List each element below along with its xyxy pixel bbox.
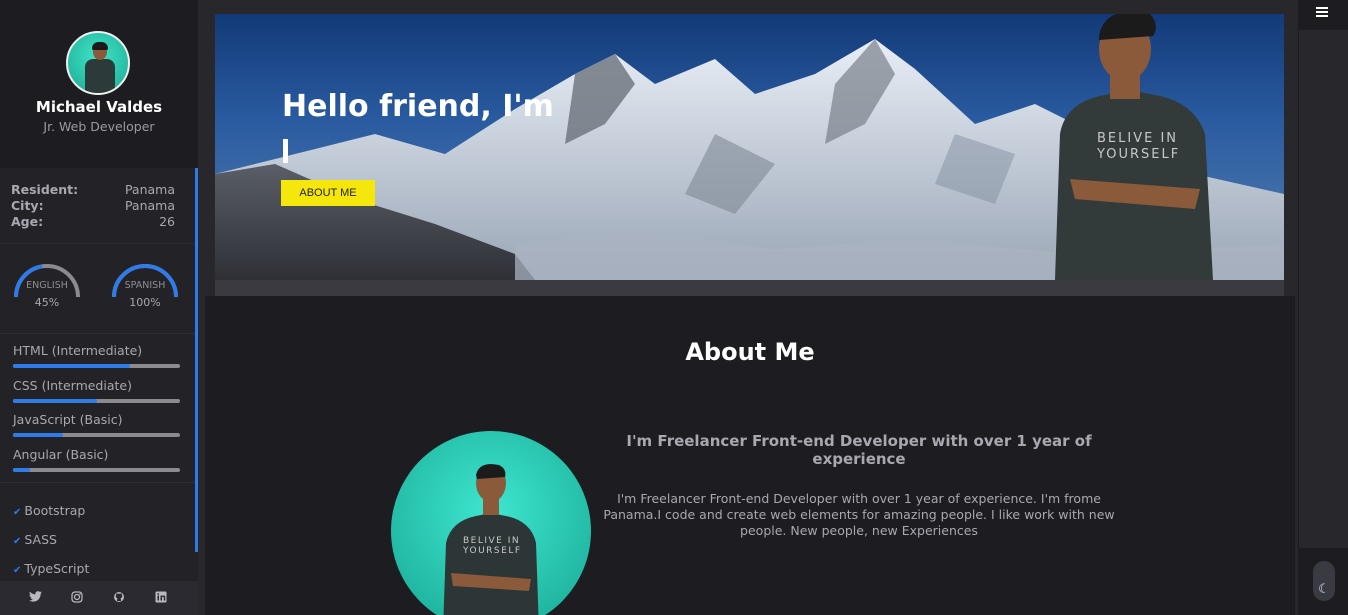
skill-angular: Angular (Basic) <box>13 447 180 472</box>
rail-panel <box>1299 30 1348 548</box>
check-icon: ✔ <box>13 565 22 576</box>
theme-toggle[interactable]: ☾ <box>1313 561 1335 601</box>
svg-text:YOURSELF: YOURSELF <box>1096 147 1180 162</box>
skill-name: CSS (Intermediate) <box>13 378 132 393</box>
linkedin-icon[interactable] <box>154 591 168 605</box>
skill-javascript: JavaScript (Basic) <box>13 412 180 437</box>
about-title: About Me <box>685 338 815 366</box>
svg-text:YOURSELF: YOURSELF <box>462 546 522 556</box>
skill-name: Angular (Basic) <box>13 447 109 462</box>
menu-icon[interactable] <box>1316 7 1328 19</box>
hero-banner: BELIVE IN YOURSELF Hello friend, I'm ABO… <box>215 14 1284 280</box>
typing-cursor <box>283 139 288 163</box>
main-content: BELIVE IN YOURSELF Hello friend, I'm ABO… <box>198 0 1298 615</box>
skill-bar <box>13 399 180 403</box>
tool-label: SASS <box>24 532 57 547</box>
skill-name: HTML (Intermediate) <box>13 343 143 358</box>
about-section: About Me BELIVE IN YOURSELF I'm Freelanc… <box>205 296 1295 615</box>
twitter-icon[interactable] <box>28 591 42 605</box>
skill-bar <box>13 364 180 368</box>
info-row-resident: Resident: Panama <box>11 182 175 198</box>
info-list: Resident: Panama City: Panama Age: 26 <box>11 182 175 230</box>
info-value: Panama <box>124 182 175 197</box>
social-links <box>0 581 198 615</box>
skill-bar-fill <box>13 364 130 368</box>
sidebar: Michael Valdes Jr. Web Developer Residen… <box>0 0 198 615</box>
gauge-value: 45% <box>34 296 60 309</box>
svg-text:BELIVE IN: BELIVE IN <box>463 536 520 546</box>
profile-role: Jr. Web Developer <box>43 119 155 134</box>
skill-bar-fill <box>13 468 30 472</box>
info-row-age: Age: 26 <box>11 214 175 230</box>
language-gauge-english: ENGLISH 45% <box>13 263 81 309</box>
divider <box>0 243 195 244</box>
info-value: Panama <box>124 198 175 213</box>
skill-bar <box>13 433 180 437</box>
info-label: Resident: <box>11 182 79 197</box>
info-label: Age: <box>11 214 44 229</box>
page: Michael Valdes Jr. Web Developer Residen… <box>0 0 1348 615</box>
skill-css: CSS (Intermediate) <box>13 378 180 403</box>
moon-icon: ☾ <box>1318 582 1330 597</box>
info-label: City: <box>11 198 44 213</box>
skill-bar-fill <box>13 433 64 437</box>
mountain-background-image: BELIVE IN YOURSELF <box>215 14 1284 280</box>
gauge-label: ENGLISH <box>26 280 68 291</box>
gauge-label: SPANISH <box>124 280 166 291</box>
about-subtitle: I'm Freelancer Front-end Developer with … <box>626 432 1092 468</box>
hero-bottom-strip <box>215 280 1284 296</box>
check-icon: ✔ <box>13 507 22 518</box>
about-text: I'm Freelancer Front-end Developer with … <box>603 491 1115 538</box>
skill-name: JavaScript (Basic) <box>13 412 123 427</box>
check-icon: ✔ <box>13 536 22 547</box>
skill-html: HTML (Intermediate) <box>13 343 180 368</box>
right-rail: ☾ <box>1298 0 1348 615</box>
divider <box>0 333 195 334</box>
tool-item: ✔ TypeScript <box>13 561 89 576</box>
hero-title: Hello friend, I'm <box>282 89 554 124</box>
skill-bar <box>13 468 180 472</box>
profile-header: Michael Valdes Jr. Web Developer <box>0 0 198 168</box>
svg-text:BELIVE IN: BELIVE IN <box>1097 131 1178 146</box>
hero-person-image: BELIVE IN YOURSELF <box>1055 14 1213 280</box>
tool-label: TypeScript <box>24 561 90 576</box>
instagram-icon[interactable] <box>70 591 84 605</box>
language-gauge-spanish: SPANISH 100% <box>111 263 179 309</box>
skill-bar-fill <box>13 399 97 403</box>
avatar <box>66 31 130 95</box>
about-me-button[interactable]: ABOUT ME <box>281 180 375 206</box>
info-value: 26 <box>159 214 175 229</box>
about-person-image: BELIVE IN YOURSELF <box>443 464 539 615</box>
tool-label: Bootstrap <box>24 503 86 518</box>
about-photo: BELIVE IN YOURSELF <box>391 431 591 615</box>
tool-item: ✔ Bootstrap <box>13 503 85 518</box>
gauge-value: 100% <box>129 296 161 309</box>
profile-name: Michael Valdes <box>35 98 163 116</box>
divider <box>0 482 195 483</box>
tool-item: ✔ SASS <box>13 532 57 547</box>
info-row-city: City: Panama <box>11 198 175 214</box>
github-icon[interactable] <box>112 591 126 605</box>
